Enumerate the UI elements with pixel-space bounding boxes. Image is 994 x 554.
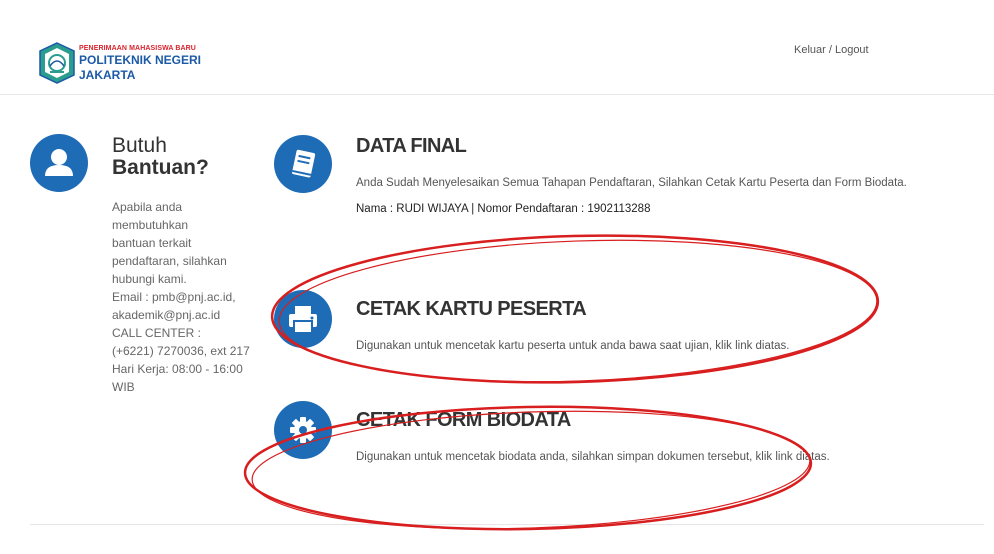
pnj-logo[interactable]: PENERIMAAN MAHASISWA BARU POLITEKNIK NEG… (38, 42, 218, 86)
help-line: Hari Kerja: 08:00 - 16:00 (112, 362, 243, 376)
help-text: Apabila anda membutuhkan bantuan terkait… (112, 198, 252, 396)
help-title-line1: Butuh (112, 134, 167, 157)
footer-divider (30, 524, 984, 525)
data-final-badge (274, 135, 332, 193)
printer-icon (289, 306, 317, 334)
help-line: hubungi kami. (112, 272, 187, 286)
user-icon (45, 149, 73, 176)
help-avatar (30, 134, 88, 192)
help-line: pendaftaran, silahkan (112, 254, 227, 268)
cetak-form-link[interactable]: CETAK FORM BIODATA (356, 409, 571, 432)
help-email-line[interactable]: Email : pmb@pnj.ac.id, (112, 288, 252, 306)
logo-title: POLITEKNIK NEGERI (79, 53, 202, 67)
help-line: CALL CENTER : (112, 326, 201, 340)
header: PENERIMAAN MAHASISWA BARU POLITEKNIK NEG… (0, 0, 994, 95)
pnj-emblem-icon (39, 42, 75, 84)
help-phone-line: (+6221) 7270036, ext 217 (112, 344, 250, 358)
registration-info: Nama : RUDI WIJAYA | Nomor Pendaftaran :… (356, 203, 651, 215)
logout-link[interactable]: Keluar / Logout (794, 44, 869, 56)
data-final-description: Anda Sudah Menyelesaikan Semua Tahapan P… (356, 177, 907, 189)
cetak-form-badge[interactable] (274, 401, 332, 459)
help-email-line[interactable]: akademik@pnj.ac.id (112, 306, 252, 324)
gear-icon (290, 417, 316, 443)
help-line: membutuhkan (112, 218, 189, 232)
data-final-title: DATA FINAL (356, 135, 467, 157)
help-title-line2: Bantuan? (112, 156, 209, 179)
data-final-section: DATA FINAL Anda Sudah Menyelesaikan Semu… (274, 135, 974, 225)
logo-tagline: PENERIMAAN MAHASISWA BARU (79, 45, 196, 52)
cetak-kartu-description: Digunakan untuk mencetak kartu peserta u… (356, 340, 790, 352)
cetak-form-description: Digunakan untuk mencetak biodata anda, s… (356, 451, 830, 463)
logo-subtitle: JAKARTA (79, 68, 136, 82)
cetak-form-section: CETAK FORM BIODATA Digunakan untuk mence… (274, 401, 974, 463)
cetak-kartu-badge[interactable] (274, 290, 332, 348)
cetak-kartu-section: CETAK KARTU PESERTA Digunakan untuk menc… (274, 290, 974, 352)
help-line: bantuan terkait (112, 236, 192, 250)
cetak-kartu-link[interactable]: CETAK KARTU PESERTA (356, 298, 587, 321)
help-line: WIB (112, 380, 135, 394)
help-line: Apabila anda (112, 200, 183, 214)
book-icon (292, 149, 316, 178)
